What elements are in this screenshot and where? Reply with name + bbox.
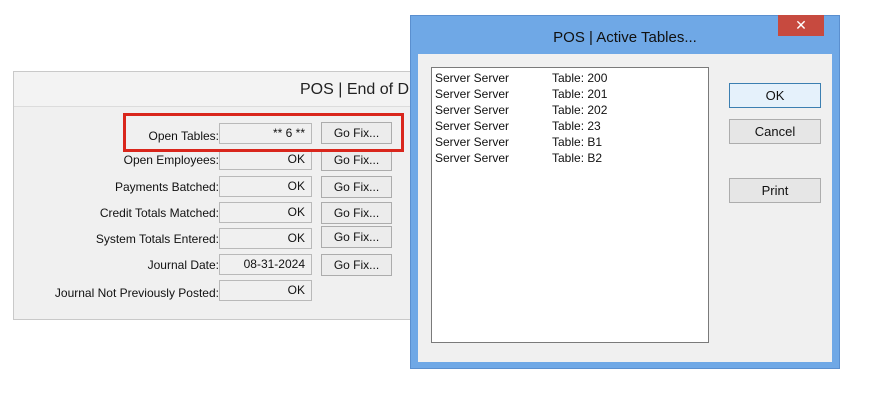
- journal-not-previously-posted-value: OK: [219, 280, 312, 301]
- system-totals-entered-go-fix-button[interactable]: Go Fix...: [321, 226, 392, 248]
- end-of-day-titlebar: POS | End of D: [14, 72, 422, 107]
- list-item-server: Server Server: [435, 151, 510, 165]
- payments-batched-value: OK: [219, 176, 312, 197]
- open-employees-value: OK: [219, 149, 312, 170]
- credit-totals-matched-value: OK: [219, 202, 312, 223]
- end-of-day-window: POS | End of D Open Tables: ** 6 ** Go F…: [13, 71, 423, 320]
- active-tables-titlebar[interactable]: POS | Active Tables... ✕: [411, 15, 839, 51]
- system-totals-entered-label: System Totals Entered:: [95, 232, 219, 246]
- credit-totals-matched-go-fix-button[interactable]: Go Fix...: [321, 202, 392, 224]
- active-tables-title: POS | Active Tables...: [553, 29, 697, 46]
- list-item-table: Table: 200: [552, 71, 608, 85]
- list-item-table: Table: 202: [552, 103, 608, 117]
- journal-not-previously-posted-label: Journal Not Previously Posted:: [54, 286, 219, 300]
- list-item-server: Server Server: [435, 87, 510, 101]
- payments-batched-label: Payments Batched:: [114, 180, 219, 194]
- list-item-table: Table: B2: [552, 151, 603, 165]
- list-item-table: Table: 23: [552, 119, 601, 133]
- credit-totals-matched-label: Credit Totals Matched:: [99, 206, 219, 220]
- list-item-server: Server Server: [435, 135, 510, 149]
- print-button[interactable]: Print: [729, 178, 821, 203]
- system-totals-entered-value: OK: [219, 228, 312, 249]
- cancel-button[interactable]: Cancel: [729, 119, 821, 144]
- active-tables-client-area: Server Server Table: 200 Server Server T…: [418, 54, 832, 362]
- list-item-server: Server Server: [435, 71, 510, 85]
- close-icon[interactable]: ✕: [778, 15, 824, 36]
- journal-date-value: 08-31-2024: [219, 254, 312, 275]
- active-tables-list[interactable]: Server Server Table: 200 Server Server T…: [431, 67, 709, 343]
- active-tables-dialog: POS | Active Tables... ✕ Server Server T…: [410, 15, 840, 369]
- payments-batched-go-fix-button[interactable]: Go Fix...: [321, 176, 392, 198]
- list-item-server: Server Server: [435, 103, 510, 117]
- open-employees-label: Open Employees:: [123, 153, 219, 167]
- end-of-day-title: POS | End of D: [300, 81, 410, 98]
- list-item-table: Table: B1: [552, 135, 603, 149]
- list-item-server: Server Server: [435, 119, 510, 133]
- journal-date-label: Journal Date:: [147, 258, 219, 272]
- open-tables-highlight: [123, 113, 404, 152]
- journal-date-go-fix-button[interactable]: Go Fix...: [321, 254, 392, 276]
- ok-button[interactable]: OK: [729, 83, 821, 108]
- open-employees-go-fix-button[interactable]: Go Fix...: [321, 149, 392, 171]
- list-item-table: Table: 201: [552, 87, 608, 101]
